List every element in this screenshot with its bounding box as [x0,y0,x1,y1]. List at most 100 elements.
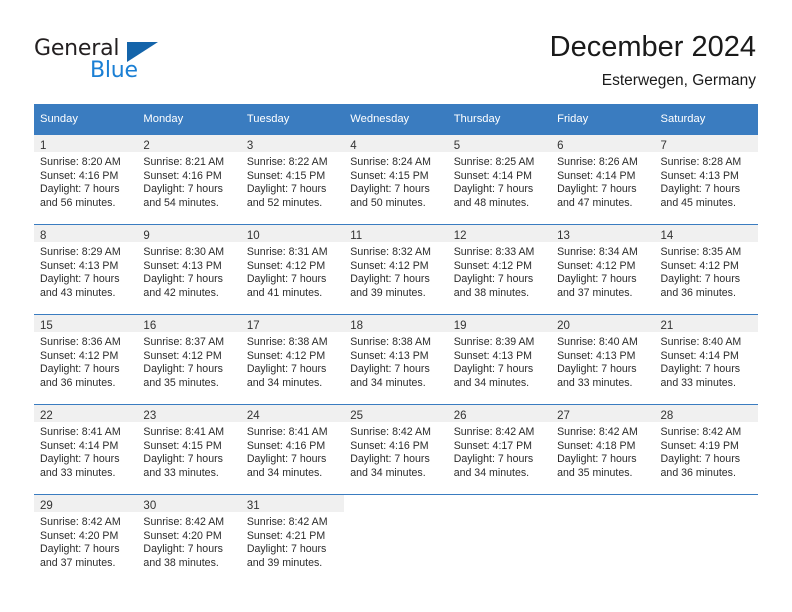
day-cell-26[interactable]: 26 Sunrise: 8:42 AM Sunset: 4:17 PM Dayl… [447,404,552,494]
calendar-cell[interactable]: 31 Sunrise: 8:42 AM Sunset: 4:21 PM Dayl… [240,494,345,584]
day-number: 2 [143,140,150,152]
day-cell-19[interactable]: 19 Sunrise: 8:39 AM Sunset: 4:13 PM Dayl… [447,314,552,404]
calendar-cell[interactable]: 25 Sunrise: 8:42 AM Sunset: 4:16 PM Dayl… [344,404,448,494]
day-number: 23 [143,410,157,422]
calendar-cell[interactable]: 21 Sunrise: 8:40 AM Sunset: 4:14 PM Dayl… [654,314,758,404]
general-blue-logo[interactable]: General Blue [34,36,174,88]
day-cell-10[interactable]: 10 Sunrise: 8:31 AM Sunset: 4:12 PM Dayl… [240,224,345,314]
day-cell-7[interactable]: 7 Sunrise: 8:28 AM Sunset: 4:13 PM Dayli… [654,134,758,224]
calendar-header-row: Sunday Monday Tuesday Wednesday Thursday… [34,104,758,134]
day-cell-6[interactable]: 6 Sunrise: 8:26 AM Sunset: 4:14 PM Dayli… [551,134,655,224]
day-cell-1[interactable]: 1 Sunrise: 8:20 AM Sunset: 4:16 PM Dayli… [34,134,138,224]
day-cell-20[interactable]: 20 Sunrise: 8:40 AM Sunset: 4:13 PM Dayl… [551,314,655,404]
day-number-bar [447,495,552,512]
day-number-bar: 14 [654,225,758,242]
daylight-text-line1: Daylight: 7 hours [143,363,223,376]
calendar-cell[interactable]: 28 Sunrise: 8:42 AM Sunset: 4:19 PM Dayl… [654,404,758,494]
daylight-text-line1: Daylight: 7 hours [660,273,741,286]
calendar-cell[interactable]: 6 Sunrise: 8:26 AM Sunset: 4:14 PM Dayli… [551,134,655,224]
day-cell-14[interactable]: 14 Sunrise: 8:35 AM Sunset: 4:12 PM Dayl… [654,224,758,314]
sunset-text: Sunset: 4:12 PM [660,259,739,272]
day-cell-31[interactable]: 31 Sunrise: 8:42 AM Sunset: 4:21 PM Dayl… [240,494,345,584]
day-cell-28[interactable]: 28 Sunrise: 8:42 AM Sunset: 4:19 PM Dayl… [654,404,758,494]
daylight-text-line2: and 41 minutes. [246,286,323,299]
calendar-week-row: 8 Sunrise: 8:29 AM Sunset: 4:13 PM Dayli… [34,224,758,314]
day-cell-8[interactable]: 8 Sunrise: 8:29 AM Sunset: 4:13 PM Dayli… [34,224,138,314]
calendar-cell[interactable]: 11 Sunrise: 8:32 AM Sunset: 4:12 PM Dayl… [344,224,448,314]
day-cell-18[interactable]: 18 Sunrise: 8:38 AM Sunset: 4:13 PM Dayl… [344,314,448,404]
day-cell-11[interactable]: 11 Sunrise: 8:32 AM Sunset: 4:12 PM Dayl… [344,224,448,314]
day-cell-21[interactable]: 21 Sunrise: 8:40 AM Sunset: 4:14 PM Dayl… [654,314,758,404]
calendar-cell[interactable]: 14 Sunrise: 8:35 AM Sunset: 4:12 PM Dayl… [654,224,758,314]
calendar-cell[interactable]: 30 Sunrise: 8:42 AM Sunset: 4:20 PM Dayl… [137,494,241,584]
day-details: Sunrise: 8:42 AM Sunset: 4:17 PM Dayligh… [448,422,551,480]
day-details: Sunrise: 8:24 AM Sunset: 4:15 PM Dayligh… [344,152,447,210]
calendar-cell[interactable]: 20 Sunrise: 8:40 AM Sunset: 4:13 PM Dayl… [551,314,655,404]
day-cell-16[interactable]: 16 Sunrise: 8:37 AM Sunset: 4:12 PM Dayl… [137,314,241,404]
sunrise-text: Sunrise: 8:25 AM [453,156,535,168]
day-number-bar: 9 [137,225,241,242]
sunset-text: Sunset: 4:13 PM [660,169,739,182]
day-number-bar: 6 [551,135,655,152]
calendar-cell[interactable]: 18 Sunrise: 8:38 AM Sunset: 4:13 PM Dayl… [344,314,448,404]
day-cell-9[interactable]: 9 Sunrise: 8:30 AM Sunset: 4:13 PM Dayli… [137,224,241,314]
daylight-text-line1: Daylight: 7 hours [143,183,223,196]
calendar-cell[interactable]: 22 Sunrise: 8:41 AM Sunset: 4:14 PM Dayl… [34,404,138,494]
page-title: December 2024 [549,31,756,63]
day-cell-17[interactable]: 17 Sunrise: 8:38 AM Sunset: 4:12 PM Dayl… [240,314,345,404]
day-cell-30[interactable]: 30 Sunrise: 8:42 AM Sunset: 4:20 PM Dayl… [137,494,241,584]
calendar-cell[interactable]: 24 Sunrise: 8:41 AM Sunset: 4:16 PM Dayl… [240,404,345,494]
day-cell-13[interactable]: 13 Sunrise: 8:34 AM Sunset: 4:12 PM Dayl… [551,224,655,314]
sunset-text: Sunset: 4:12 PM [246,349,326,362]
calendar-cell[interactable]: 19 Sunrise: 8:39 AM Sunset: 4:13 PM Dayl… [447,314,552,404]
calendar-cell[interactable]: 10 Sunrise: 8:31 AM Sunset: 4:12 PM Dayl… [240,224,345,314]
day-details: Sunrise: 8:25 AM Sunset: 4:14 PM Dayligh… [448,152,551,210]
calendar-cell[interactable]: 4 Sunrise: 8:24 AM Sunset: 4:15 PM Dayli… [344,134,448,224]
day-number-bar: 21 [654,315,758,332]
calendar-cell[interactable]: 8 Sunrise: 8:29 AM Sunset: 4:13 PM Dayli… [34,224,138,314]
sunrise-text: Sunrise: 8:36 AM [40,336,121,348]
day-cell-15[interactable]: 15 Sunrise: 8:36 AM Sunset: 4:12 PM Dayl… [34,314,138,404]
calendar-cell[interactable]: 12 Sunrise: 8:33 AM Sunset: 4:12 PM Dayl… [447,224,552,314]
calendar-cell[interactable]: 29 Sunrise: 8:42 AM Sunset: 4:20 PM Dayl… [34,494,138,584]
calendar-cell[interactable]: 7 Sunrise: 8:28 AM Sunset: 4:13 PM Dayli… [654,134,758,224]
day-cell-2[interactable]: 2 Sunrise: 8:21 AM Sunset: 4:16 PM Dayli… [137,134,241,224]
day-number-bar [551,495,655,512]
daylight-text-line2: and 42 minutes. [143,286,219,299]
sunrise-text: Sunrise: 8:42 AM [40,516,121,528]
calendar-cell[interactable]: 23 Sunrise: 8:41 AM Sunset: 4:15 PM Dayl… [137,404,241,494]
day-number-bar: 30 [137,495,241,512]
day-number: 22 [40,410,53,422]
day-cell-23[interactable]: 23 Sunrise: 8:41 AM Sunset: 4:15 PM Dayl… [137,404,241,494]
calendar-cell[interactable]: 27 Sunrise: 8:42 AM Sunset: 4:18 PM Dayl… [551,404,655,494]
day-cell-25[interactable]: 25 Sunrise: 8:42 AM Sunset: 4:16 PM Dayl… [344,404,448,494]
day-cell-4[interactable]: 4 Sunrise: 8:24 AM Sunset: 4:15 PM Dayli… [344,134,448,224]
sunset-text: Sunset: 4:16 PM [246,439,326,452]
calendar-cell[interactable]: 17 Sunrise: 8:38 AM Sunset: 4:12 PM Dayl… [240,314,345,404]
day-cell-29[interactable]: 29 Sunrise: 8:42 AM Sunset: 4:20 PM Dayl… [34,494,138,584]
calendar-cell[interactable]: 2 Sunrise: 8:21 AM Sunset: 4:16 PM Dayli… [137,134,241,224]
calendar-cell[interactable]: 15 Sunrise: 8:36 AM Sunset: 4:12 PM Dayl… [34,314,138,404]
day-cell-22[interactable]: 22 Sunrise: 8:41 AM Sunset: 4:14 PM Dayl… [34,404,138,494]
calendar-cell[interactable]: 3 Sunrise: 8:22 AM Sunset: 4:15 PM Dayli… [240,134,345,224]
calendar-cell[interactable]: 9 Sunrise: 8:30 AM Sunset: 4:13 PM Dayli… [137,224,241,314]
day-cell-12[interactable]: 12 Sunrise: 8:33 AM Sunset: 4:12 PM Dayl… [447,224,552,314]
daylight-text-line1: Daylight: 7 hours [660,363,741,376]
calendar-cell[interactable]: 16 Sunrise: 8:37 AM Sunset: 4:12 PM Dayl… [137,314,241,404]
calendar-cell[interactable]: 1 Sunrise: 8:20 AM Sunset: 4:16 PM Dayli… [34,134,138,224]
calendar-cell[interactable]: 26 Sunrise: 8:42 AM Sunset: 4:17 PM Dayl… [447,404,552,494]
daylight-text-line2: and 39 minutes. [246,556,323,569]
calendar-cell[interactable]: 5 Sunrise: 8:25 AM Sunset: 4:14 PM Dayli… [447,134,552,224]
day-details: Sunrise: 8:42 AM Sunset: 4:20 PM Dayligh… [137,512,240,570]
day-number-bar: 15 [34,315,138,332]
day-details: Sunrise: 8:20 AM Sunset: 4:16 PM Dayligh… [34,152,137,210]
day-cell-27[interactable]: 27 Sunrise: 8:42 AM Sunset: 4:18 PM Dayl… [551,404,655,494]
day-cell-5[interactable]: 5 Sunrise: 8:25 AM Sunset: 4:14 PM Dayli… [447,134,552,224]
day-number-bar: 16 [137,315,241,332]
day-details: Sunrise: 8:40 AM Sunset: 4:13 PM Dayligh… [551,332,654,390]
day-cell-24[interactable]: 24 Sunrise: 8:41 AM Sunset: 4:16 PM Dayl… [240,404,345,494]
day-details: Sunrise: 8:38 AM Sunset: 4:13 PM Dayligh… [344,332,447,390]
title-block: December 2024 Esterwegen, Germany [550,30,756,91]
calendar-cell[interactable]: 13 Sunrise: 8:34 AM Sunset: 4:12 PM Dayl… [551,224,655,314]
day-cell-3[interactable]: 3 Sunrise: 8:22 AM Sunset: 4:15 PM Dayli… [240,134,345,224]
